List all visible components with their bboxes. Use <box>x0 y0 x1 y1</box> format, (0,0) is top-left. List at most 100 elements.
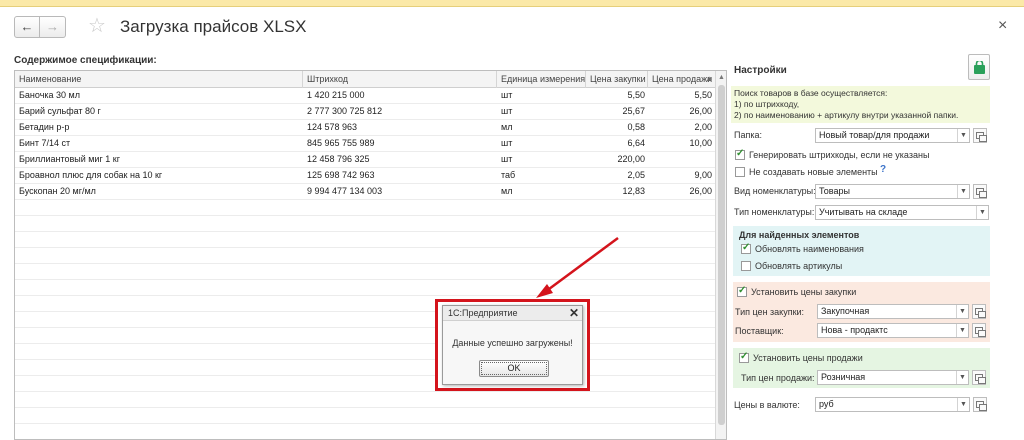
set-buy-prices-label: Установить цены закупки <box>751 287 857 297</box>
message-dialog: 1С:Предприятие ✕ Данные успешно загружен… <box>442 305 583 385</box>
supplier-open-button[interactable] <box>972 323 986 338</box>
cell-sell: 9,00 <box>694 170 712 180</box>
nom-kind-select[interactable]: Товары ▼ <box>815 184 970 199</box>
nom-type-value: Учитывать на складе <box>819 207 908 217</box>
cell-unit: шт <box>501 90 513 100</box>
buy-prices-panel: Установить цены закупки Тип цен закупки:… <box>733 282 990 342</box>
empty-table-row[interactable] <box>15 344 715 360</box>
currency-open-button[interactable] <box>973 397 987 412</box>
empty-table-row[interactable] <box>15 360 715 376</box>
chevron-down-icon[interactable]: ▼ <box>957 129 969 142</box>
supplier-value: Нова - продактс <box>821 325 888 335</box>
column-header-buy-price[interactable]: Цена закупки <box>586 71 648 88</box>
empty-table-row[interactable] <box>15 392 715 408</box>
spec-table: Наименование Штрихкод Единица измерения … <box>14 70 727 440</box>
buy-price-type-select[interactable]: Закупочная ▼ <box>817 304 969 319</box>
table-scrollbar[interactable]: ▲ <box>715 71 726 439</box>
table-row[interactable]: Бетадин р-р 124 578 963 мл 0,58 2,00 <box>15 120 715 136</box>
table-row[interactable]: Бинт 7/14 ст 845 965 755 989 шт 6,64 10,00 <box>15 136 715 152</box>
cell-buy: 12,83 <box>622 186 645 196</box>
column-header-name[interactable]: Наименование <box>15 71 303 88</box>
found-elements-title: Для найденных элементов <box>739 230 860 240</box>
cell-name: Бетадин р-р <box>19 122 70 132</box>
sell-prices-panel: Установить цены продажи Тип цен продажи:… <box>733 348 990 388</box>
search-info-box: Поиск товаров в базе осуществляется: 1) … <box>731 86 990 123</box>
folder-open-button[interactable] <box>973 128 987 143</box>
set-sell-prices-label: Установить цены продажи <box>753 353 863 363</box>
table-row[interactable]: Барий сульфат 80 г 2 777 300 725 812 шт 25,… <box>15 104 715 120</box>
help-icon[interactable]: ? <box>880 164 886 175</box>
table-row[interactable]: Бриллиантовый миг 1 кг 12 458 796 325 шт 22… <box>15 152 715 168</box>
gen-barcodes-checkbox[interactable] <box>735 148 745 160</box>
scroll-up-icon[interactable]: ▲ <box>718 74 725 81</box>
chevron-down-icon[interactable]: ▼ <box>956 324 968 337</box>
cell-buy: 5,50 <box>627 90 645 100</box>
chevron-down-icon[interactable]: ▼ <box>956 371 968 384</box>
cell-name: Броавнол плюс для собак на 10 кг <box>19 170 163 180</box>
cell-buy: 0,58 <box>627 122 645 132</box>
buy-price-type-open-button[interactable] <box>972 304 986 319</box>
no-new-elements-label: Не создавать новые элементы <box>749 167 878 177</box>
table-body: Баночка 30 мл 1 420 215 000 шт 5,50 5,50 Бари… <box>15 88 715 439</box>
title-bar: ← → ☆ Загрузка прайсов XLSX × <box>0 7 1024 49</box>
column-header-unit[interactable]: Единица измерения <box>497 71 586 88</box>
empty-table-row[interactable] <box>15 232 715 248</box>
buy-price-type-value: Закупочная <box>821 306 870 316</box>
info-line: Поиск товаров в базе осуществляется: <box>734 88 888 98</box>
folder-value: Новый товар/для продажи <box>819 130 930 140</box>
save-button[interactable] <box>968 54 990 80</box>
dialog-highlight-frame: 1С:Предприятие ✕ Данные успешно загружен… <box>435 299 590 391</box>
cell-name: Бускопан 20 мг/мл <box>19 186 96 196</box>
sell-price-type-select[interactable]: Розничная ▼ <box>817 370 969 385</box>
dialog-title: 1С:Предприятие <box>448 308 518 318</box>
favorite-star-icon[interactable]: ☆ <box>88 15 106 37</box>
cell-sell <box>648 152 715 167</box>
folder-select[interactable]: Новый товар/для продажи ▼ <box>815 128 970 143</box>
close-window-icon[interactable]: × <box>998 17 1007 35</box>
currency-select[interactable]: руб ▼ <box>815 397 970 412</box>
empty-table-row[interactable] <box>15 376 715 392</box>
chevron-down-icon[interactable]: ▼ <box>957 185 969 198</box>
empty-table-row[interactable] <box>15 312 715 328</box>
cell-sell: 2,00 <box>694 122 712 132</box>
chevron-down-icon[interactable]: ▼ <box>956 305 968 318</box>
cell-barcode: 2 777 300 725 812 <box>307 106 383 116</box>
ok-button[interactable]: OK <box>479 360 549 377</box>
empty-table-row[interactable] <box>15 248 715 264</box>
table-row[interactable]: Бускопан 20 мг/мл 9 994 477 134 003 мл 12,8… <box>15 184 715 200</box>
nom-kind-open-button[interactable] <box>973 184 987 199</box>
column-header-sell-price[interactable]: Цена продажи ▲ <box>648 71 715 88</box>
chevron-down-icon[interactable]: ▼ <box>976 206 988 219</box>
dialog-close-icon[interactable]: ✕ <box>569 306 579 320</box>
scroll-thumb[interactable] <box>718 85 725 425</box>
empty-table-row[interactable] <box>15 216 715 232</box>
back-button[interactable]: ← <box>14 16 40 38</box>
set-buy-prices-checkbox[interactable] <box>737 285 747 297</box>
cell-barcode: 125 698 742 963 <box>307 170 375 180</box>
nom-kind-label: Вид номенклатуры: <box>734 186 816 196</box>
update-names-checkbox[interactable] <box>741 242 751 254</box>
sell-price-type-open-button[interactable] <box>972 370 986 385</box>
nom-type-select[interactable]: Учитывать на складе ▼ <box>815 205 989 220</box>
column-header-barcode[interactable]: Штрихкод <box>303 71 497 88</box>
empty-table-row[interactable] <box>15 264 715 280</box>
table-row[interactable]: Баночка 30 мл 1 420 215 000 шт 5,50 5,50 <box>15 88 715 104</box>
back-arrow-icon: ← <box>20 19 34 34</box>
no-new-elements-checkbox[interactable] <box>735 167 745 177</box>
empty-table-row[interactable] <box>15 408 715 424</box>
table-row[interactable]: Броавнол плюс для собак на 10 кг 125 698 … <box>15 168 715 184</box>
empty-table-row[interactable] <box>15 296 715 312</box>
empty-table-row[interactable] <box>15 280 715 296</box>
cell-buy: 25,67 <box>622 106 645 116</box>
set-sell-prices-checkbox[interactable] <box>739 351 749 363</box>
empty-table-row[interactable] <box>15 200 715 216</box>
cell-sell: 26,00 <box>689 186 712 196</box>
empty-table-row[interactable] <box>15 424 715 439</box>
update-articles-label: Обновлять артикулы <box>755 261 843 271</box>
supplier-select[interactable]: Нова - продактс ▼ <box>817 323 969 338</box>
empty-table-row[interactable] <box>15 328 715 344</box>
forward-button[interactable]: → <box>40 16 66 38</box>
update-articles-checkbox[interactable] <box>741 261 751 271</box>
table-header: Наименование Штрихкод Единица измерения … <box>15 71 715 88</box>
chevron-down-icon[interactable]: ▼ <box>957 398 969 411</box>
